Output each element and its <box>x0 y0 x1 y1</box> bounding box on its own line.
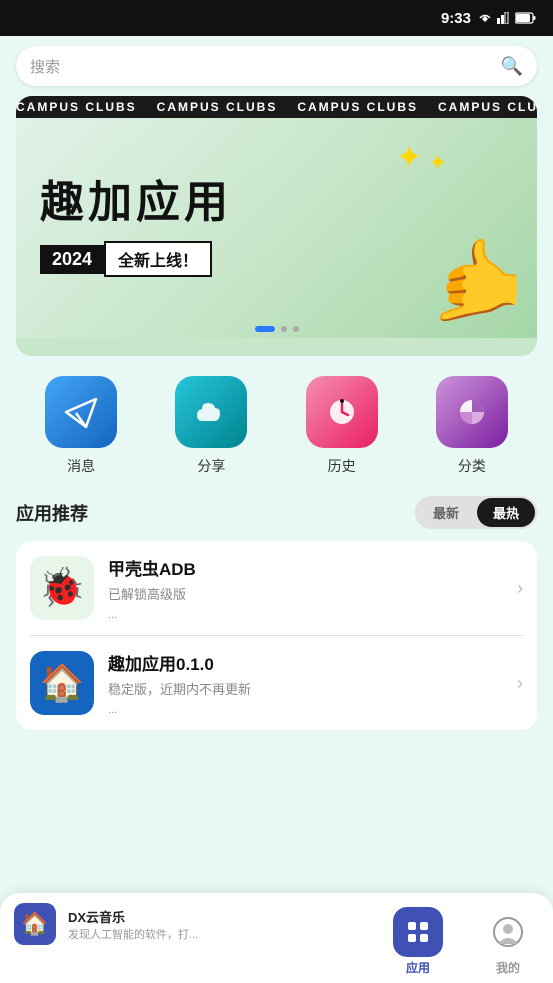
dot-3 <box>293 326 299 332</box>
bottom-nav: 🏠 DX云音乐 发现人工智能的软件，打... 应用 我的 <box>0 893 553 983</box>
app-desc-ladybug: 已解锁高级版 <box>108 584 503 603</box>
wifi-icon <box>477 12 493 24</box>
ticker-item-1: CAMPUS CLUBS <box>16 100 137 114</box>
section-title: 应用推荐 <box>16 500 88 526</box>
search-icon[interactable]: 🔍 <box>501 56 523 77</box>
app-chevron-house: › <box>517 673 523 694</box>
banner-ticker: CAMPUS CLUBS CAMPUS CLUBS CAMPUS CLUBS C… <box>16 96 537 118</box>
app-item-house[interactable]: 🏠 趣加应用0.1.0 稳定版，近期内不再更新 ... › <box>30 636 523 730</box>
paper-plane-svg <box>62 393 100 431</box>
share-icon-wrap <box>175 376 247 448</box>
cloud-svg <box>192 393 230 431</box>
messages-icon <box>45 376 117 448</box>
app-name-ladybug: 甲壳虫ADB <box>108 555 503 580</box>
mini-player-desc: 发现人工智能的软件，打... <box>68 926 198 942</box>
search-placeholder: 搜索 <box>30 56 493 77</box>
app-name-house: 趣加应用0.1.0 <box>108 650 503 675</box>
profile-nav-svg <box>492 916 524 948</box>
ticker-inner: CAMPUS CLUBS CAMPUS CLUBS CAMPUS CLUBS C… <box>16 100 537 114</box>
banner-dots <box>255 326 299 332</box>
pie-svg <box>453 393 491 431</box>
app-list: 🐞 甲壳虫ADB 已解锁高级版 ... › 🏠 趣加应用0.1.0 稳定版，近期… <box>16 541 537 730</box>
mini-player-title: DX云音乐 <box>68 907 198 926</box>
clock-svg <box>323 393 361 431</box>
history-icon-wrap <box>306 376 378 448</box>
app-item-ladybug[interactable]: 🐞 甲壳虫ADB 已解锁高级版 ... › <box>30 541 523 636</box>
signal-icon <box>497 12 511 24</box>
banner-stars: ✦ ✦ <box>396 138 447 176</box>
battery-icon <box>515 12 537 24</box>
app-info-house: 趣加应用0.1.0 稳定版，近期内不再更新 ... <box>108 650 503 716</box>
ticker-item-4: CAMPUS CLUBS <box>438 100 537 114</box>
status-bar: 9:33 <box>0 0 553 36</box>
banner[interactable]: CAMPUS CLUBS CAMPUS CLUBS CAMPUS CLUBS C… <box>16 96 537 356</box>
nav-profile-label: 我的 <box>496 959 520 976</box>
category-label: 分类 <box>458 456 486 476</box>
category-icon-wrap <box>436 376 508 448</box>
banner-title: 趣加应用 <box>40 179 513 227</box>
quick-actions: 消息 分享 历史 <box>0 356 553 486</box>
action-category[interactable]: 分类 <box>436 376 508 476</box>
mini-player[interactable]: 🏠 DX云音乐 发现人工智能的软件，打... <box>0 903 373 945</box>
nav-profile-icon <box>483 907 533 957</box>
ticker-item-2: CAMPUS CLUBS <box>157 100 278 114</box>
app-chevron-ladybug: › <box>517 578 523 599</box>
banner-year: 2024 <box>40 245 104 274</box>
history-label: 历史 <box>328 456 356 476</box>
mini-player-info: DX云音乐 发现人工智能的软件，打... <box>68 907 198 942</box>
share-label: 分享 <box>197 456 225 476</box>
nav-apps-label: 应用 <box>406 959 430 976</box>
main-scroll: CAMPUS CLUBS CAMPUS CLUBS CAMPUS CLUBS C… <box>0 96 553 893</box>
app-more-ladybug: ... <box>108 609 503 621</box>
status-icons <box>477 12 537 24</box>
ticker-item-3: CAMPUS CLUBS <box>297 100 418 114</box>
search-bar[interactable]: 搜索 🔍 <box>16 46 537 86</box>
app-icon-ladybug: 🐞 <box>30 556 94 620</box>
banner-desc: 全新上线！ <box>104 241 212 277</box>
banner-hand: 🤙 <box>427 234 527 328</box>
search-bar-container: 搜索 🔍 <box>0 36 553 96</box>
section-header: 应用推荐 最新 最热 <box>0 486 553 535</box>
tab-newest[interactable]: 最新 <box>417 498 475 527</box>
action-messages[interactable]: 消息 <box>45 376 117 476</box>
star-1: ✦ <box>396 138 423 176</box>
dot-1 <box>255 326 275 332</box>
app-desc-house: 稳定版，近期内不再更新 <box>108 679 503 698</box>
dot-2 <box>281 326 287 332</box>
action-history[interactable]: 历史 <box>306 376 378 476</box>
tab-hottest[interactable]: 最热 <box>477 498 535 527</box>
nav-profile[interactable]: 我的 <box>463 903 553 976</box>
home-nav-svg <box>405 919 431 945</box>
spacer <box>0 736 553 756</box>
app-icon-house: 🏠 <box>30 651 94 715</box>
mini-player-icon: 🏠 <box>14 903 56 945</box>
star-2: ✦ <box>429 150 447 176</box>
app-info-ladybug: 甲壳虫ADB 已解锁高级版 ... <box>108 555 503 621</box>
status-time: 9:33 <box>441 10 471 27</box>
messages-label: 消息 <box>67 456 95 476</box>
nav-apps[interactable]: 应用 <box>373 903 463 976</box>
banner-content: 趣加应用 2024 全新上线！ ✦ ✦ 🤙 <box>16 118 537 338</box>
nav-apps-icon <box>393 907 443 957</box>
app-more-house: ... <box>108 704 503 716</box>
tab-group: 最新 最热 <box>415 496 537 529</box>
action-share[interactable]: 分享 <box>175 376 247 476</box>
